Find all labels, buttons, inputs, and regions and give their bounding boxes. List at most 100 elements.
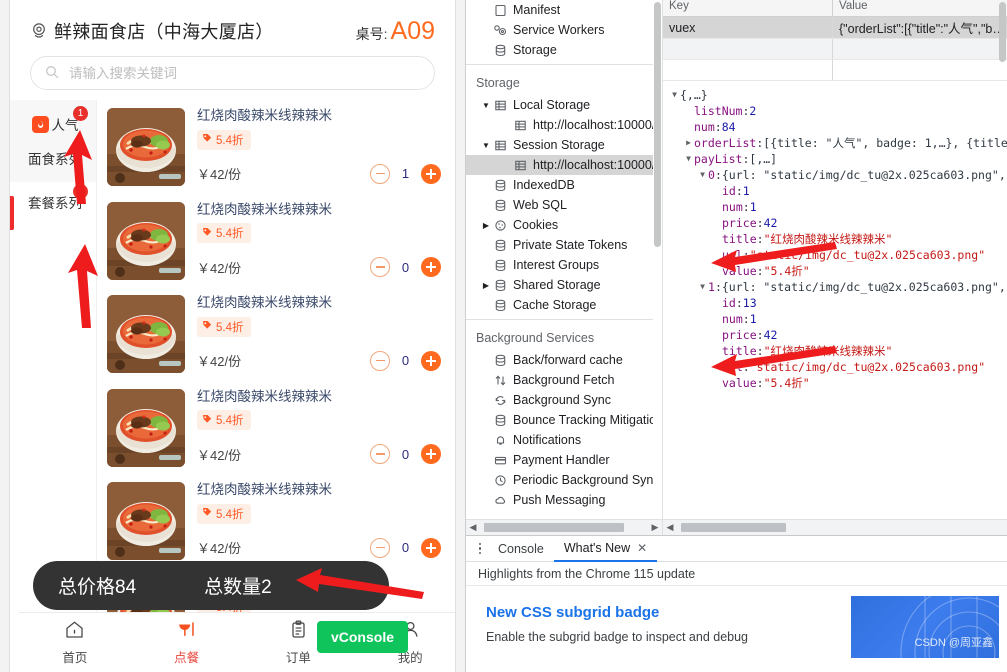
tree-item-cookies[interactable]: ▶ Cookies [466, 215, 662, 235]
tree-item-http-localhost-10000[interactable]: http://localhost:10000/ [466, 115, 662, 135]
increase-quantity-button[interactable] [421, 350, 441, 371]
json-vertical-scrollbar[interactable] [998, 0, 1007, 521]
tree-item-bounce-tracking-mitigatio[interactable]: Bounce Tracking Mitigatio [466, 410, 662, 430]
tree-item-payment-handler[interactable]: Payment Handler [466, 450, 662, 470]
tab-console[interactable]: Console [488, 536, 554, 562]
dish-item[interactable]: 红烧肉酸辣米线辣辣米 5.4折 ￥42/份 0 [97, 381, 455, 475]
json-line[interactable]: num: 84 [663, 119, 1007, 135]
json-line[interactable]: value: "5.4折" [663, 375, 1007, 391]
decrease-quantity-button[interactable] [370, 537, 390, 558]
table-icon [512, 159, 528, 172]
chevron-down-icon[interactable]: ▼ [669, 87, 680, 103]
kv-empty-row[interactable] [663, 39, 1007, 60]
json-line[interactable]: num: 1 [663, 311, 1007, 327]
quantity-stepper: 0 [370, 537, 441, 558]
search-box[interactable] [30, 56, 435, 90]
json-line[interactable]: title: "红烧肉酸辣米线辣辣米" [663, 231, 1007, 247]
json-line[interactable]: ▶ orderList: [{title: "人气", badge: 1,…}, … [663, 135, 1007, 151]
vconsole-button[interactable]: vConsole [316, 621, 408, 653]
sidebar-item-noodles[interactable]: 1 人气 面食系列 [10, 100, 96, 182]
dish-item[interactable]: 红烧肉酸辣米线辣辣米 5.4折 ￥42/份 0 [97, 287, 455, 381]
json-line[interactable]: ▼ {,…} [663, 87, 1007, 103]
tree-item-storage[interactable]: Storage [466, 40, 662, 60]
search-input[interactable] [67, 64, 420, 82]
tree-item-web-sql[interactable]: Web SQL [466, 195, 662, 215]
chevron-down-icon[interactable]: ▼ [683, 151, 694, 167]
tree-scroll-area[interactable]: Manifest Service Workers Storage Storage ▼… [466, 0, 662, 520]
json-separator: : [714, 280, 722, 294]
tree-horizontal-scrollbar[interactable]: ◀ ▶ [466, 519, 662, 536]
tree-item-http-localhost-10000[interactable]: http://localhost:10000/ [466, 155, 662, 175]
tree-vertical-scrollbar[interactable] [653, 0, 662, 520]
sidebar-item-combo[interactable]: 1 套餐系列 [10, 182, 96, 230]
scrollbar-thumb[interactable] [681, 523, 786, 533]
chevron-right-icon[interactable]: ▶ [480, 281, 492, 290]
scrollbar-thumb[interactable] [654, 2, 661, 247]
tree-item-background-fetch[interactable]: Background Fetch [466, 370, 662, 390]
tree-item-notifications[interactable]: Notifications [466, 430, 662, 450]
tree-item-push-messaging[interactable]: Push Messaging [466, 490, 662, 510]
json-line[interactable]: id: 13 [663, 295, 1007, 311]
tree-item-periodic-background-sync[interactable]: Periodic Background Sync [466, 470, 662, 490]
json-line[interactable]: id: 1 [663, 183, 1007, 199]
tree-item-cache-storage[interactable]: Cache Storage [466, 295, 662, 315]
tree-item-session-storage[interactable]: ▼ Session Storage [466, 135, 662, 155]
tree-item-back-forward-cache[interactable]: Back/forward cache [466, 350, 662, 370]
tree-item-interest-groups[interactable]: Interest Groups [466, 255, 662, 275]
dish-item[interactable]: 红烧肉酸辣米线辣辣米 5.4折 ￥42/份 1 [97, 100, 455, 194]
scrollbar-track[interactable] [480, 522, 648, 533]
decrease-quantity-button[interactable] [370, 350, 390, 371]
scroll-left-icon[interactable]: ◀ [663, 522, 677, 533]
scrollbar-thumb[interactable] [999, 2, 1006, 62]
tab-whats-new[interactable]: What's New ✕ [553, 536, 658, 562]
json-horizontal-scrollbar[interactable]: ◀ [663, 519, 1007, 536]
scroll-left-icon[interactable]: ◀ [466, 522, 480, 533]
increase-quantity-button[interactable] [421, 163, 441, 184]
json-line[interactable]: ▼ 1: {url: "static/img/dc_tu@2x.025ca603.… [663, 279, 1007, 295]
tree-item-local-storage[interactable]: ▼ Local Storage [466, 95, 662, 115]
dish-price-unit: /份 [224, 354, 242, 369]
tab-home[interactable]: 首页 [19, 619, 131, 666]
table-row[interactable]: vuex {"orderList":[{"title":"人气","b… [663, 17, 1007, 39]
chevron-right-icon[interactable]: ▶ [683, 135, 694, 151]
json-line[interactable]: listNum: 2 [663, 103, 1007, 119]
increase-quantity-button[interactable] [421, 257, 441, 277]
scroll-right-icon[interactable]: ▶ [648, 522, 662, 533]
chevron-right-icon[interactable]: ▶ [480, 221, 492, 230]
chevron-down-icon[interactable]: ▼ [697, 167, 708, 183]
tree-item-service-workers[interactable]: Service Workers [466, 20, 662, 40]
more-options-icon[interactable] [472, 542, 488, 555]
dish-item[interactable]: 红烧肉酸辣米线辣辣米 5.4折 ￥42/份 0 [97, 474, 455, 568]
dish-item[interactable]: 红烧肉酸辣米线辣辣米 5.4折 ￥42/份 0 [97, 194, 455, 288]
json-line[interactable]: url: "static/img/dc_tu@2x.025ca603.png" [663, 359, 1007, 375]
chevron-down-icon[interactable]: ▼ [697, 279, 708, 295]
scrollbar-track[interactable] [677, 522, 1007, 533]
json-line[interactable]: price: 42 [663, 215, 1007, 231]
scrollbar-thumb[interactable] [484, 523, 624, 533]
chevron-down-icon[interactable]: ▼ [480, 141, 492, 150]
tree-item-manifest[interactable]: Manifest [466, 0, 662, 20]
json-line[interactable]: ▼ 0: {url: "static/img/dc_tu@2x.025ca603.… [663, 167, 1007, 183]
increase-quantity-button[interactable] [421, 444, 441, 464]
json-line[interactable]: num: 1 [663, 199, 1007, 215]
tree-item-indexeddb[interactable]: IndexedDB [466, 175, 662, 195]
decrease-quantity-button[interactable] [370, 163, 390, 184]
chevron-down-icon[interactable]: ▼ [480, 101, 492, 110]
json-line[interactable]: value: "5.4折" [663, 263, 1007, 279]
tree-item-private-state-tokens[interactable]: Private State Tokens [466, 235, 662, 255]
json-line[interactable]: title: "红烧肉酸辣米线辣辣米" [663, 343, 1007, 359]
application-tree[interactable]: Manifest Service Workers Storage Storage ▼… [466, 0, 663, 536]
kv-empty-row[interactable] [663, 60, 1007, 81]
tree-item-background-sync[interactable]: Background Sync [466, 390, 662, 410]
json-line[interactable]: url: "static/img/dc_tu@2x.025ca603.png" [663, 247, 1007, 263]
json-preview-pane[interactable]: ▼ {,…} listNum: 2 num: 84 ▶ orderList: [{titl… [663, 81, 1007, 520]
json-line[interactable]: ▼ payList: [,…] [663, 151, 1007, 167]
decrease-quantity-button[interactable] [370, 257, 390, 277]
tab-order-food[interactable]: 点餐 [131, 619, 243, 666]
increase-quantity-button[interactable] [421, 537, 441, 558]
decrease-quantity-button[interactable] [370, 444, 390, 464]
close-icon[interactable]: ✕ [637, 541, 647, 555]
dish-list[interactable]: 红烧肉酸辣米线辣辣米 5.4折 ￥42/份 1 红烧肉酸辣米线辣辣米 5.4折 ￥42/份… [96, 100, 455, 627]
json-line[interactable]: price: 42 [663, 327, 1007, 343]
tree-item-shared-storage[interactable]: ▶ Shared Storage [466, 275, 662, 295]
